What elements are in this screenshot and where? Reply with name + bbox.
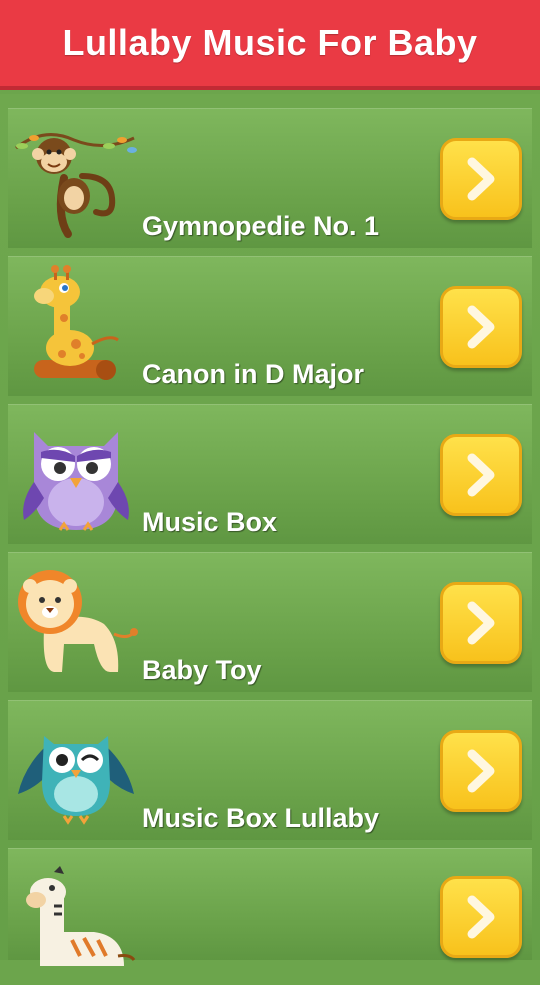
play-button-6[interactable] (440, 876, 522, 958)
song-title: Music Box (142, 507, 278, 537)
song-title: Canon in D Major (142, 359, 364, 389)
lion-icon (14, 560, 138, 684)
giraffe-icon (14, 264, 138, 388)
play-button-4[interactable] (440, 582, 522, 664)
purple-owl-icon (14, 412, 138, 536)
song-row-4[interactable]: Baby Toy (8, 552, 532, 692)
app-header: Lullaby Music For Baby (0, 0, 540, 90)
chevron-right-icon (467, 895, 495, 939)
song-title: Gymnopedie No. 1 (142, 211, 380, 241)
chevron-right-icon (467, 305, 495, 349)
song-row-3[interactable]: Music Box (8, 404, 532, 544)
song-title: Music Box Lullaby (142, 803, 380, 833)
chevron-right-icon (467, 157, 495, 201)
chevron-right-icon (467, 453, 495, 497)
song-list[interactable]: Gymnopedie No. 1 Canon in D Major Music … (0, 94, 540, 966)
chevron-right-icon (467, 749, 495, 793)
chevron-right-icon (467, 601, 495, 645)
play-button-1[interactable] (440, 138, 522, 220)
play-button-3[interactable] (440, 434, 522, 516)
song-row-2[interactable]: Canon in D Major (8, 256, 532, 396)
song-row-5[interactable]: Music Box Lullaby (8, 700, 532, 840)
song-row-1[interactable]: Gymnopedie No. 1 (8, 108, 532, 248)
app-title: Lullaby Music For Baby (62, 22, 478, 63)
song-title: Baby Toy (142, 655, 262, 685)
play-button-5[interactable] (440, 730, 522, 812)
teal-owl-icon (14, 708, 138, 832)
monkey-icon (14, 116, 138, 240)
play-button-2[interactable] (440, 286, 522, 368)
song-row-6[interactable] (8, 848, 532, 966)
zebra-icon (14, 856, 138, 980)
